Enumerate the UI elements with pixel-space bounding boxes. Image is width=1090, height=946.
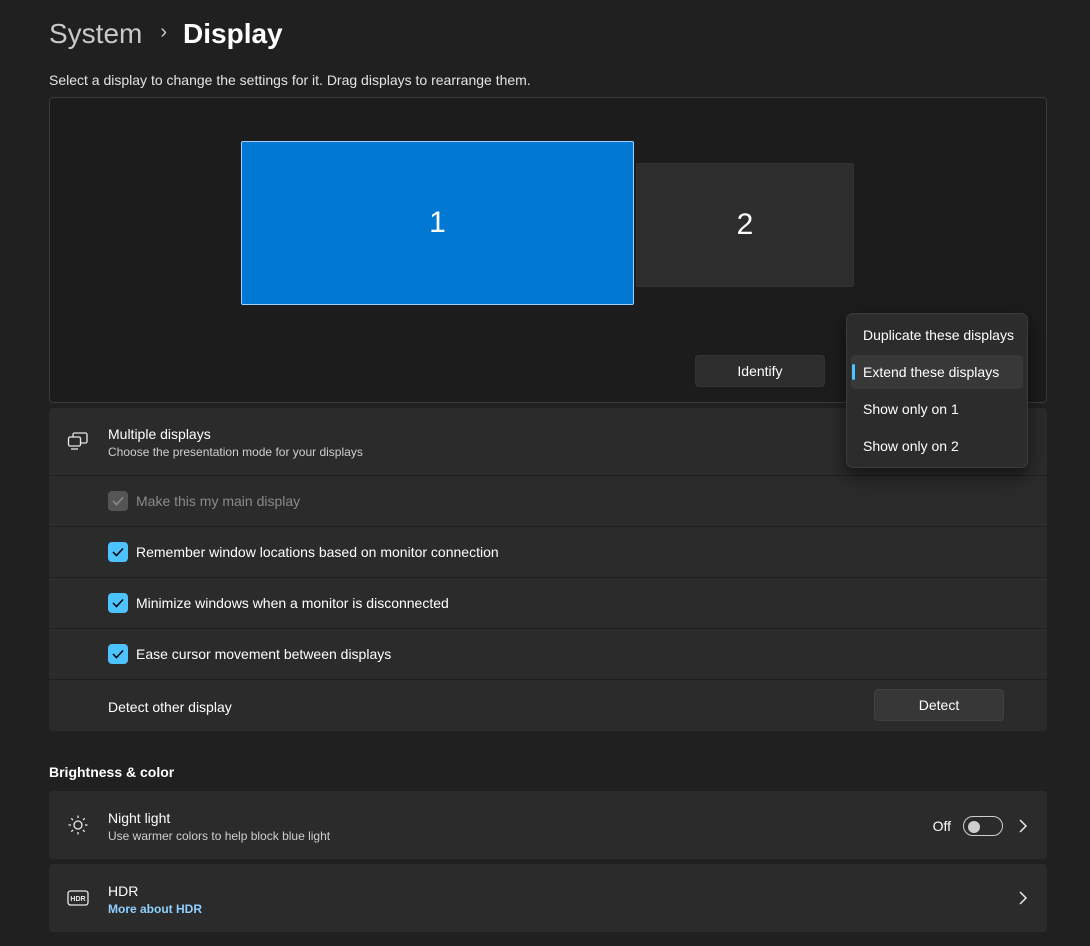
night-light-description: Use warmer colors to help block blue lig… xyxy=(108,829,331,843)
hdr-title: HDR xyxy=(108,883,139,899)
multiple-displays-title: Multiple displays xyxy=(108,426,211,442)
page-subtitle: Select a display to change the settings … xyxy=(49,72,531,88)
menu-item-show-only-2[interactable]: Show only on 2 xyxy=(851,429,1023,463)
option-row-ease-cursor: Ease cursor movement between displays xyxy=(49,628,1047,679)
detect-button[interactable]: Detect xyxy=(874,689,1004,721)
identify-button[interactable]: Identify xyxy=(695,355,825,387)
brightness-color-heading: Brightness & color xyxy=(49,764,175,780)
option-row-remember-locations: Remember window locations based on monit… xyxy=(49,526,1047,577)
multiple-displays-icon xyxy=(67,430,89,452)
minimize-windows-checkbox[interactable] xyxy=(108,593,128,613)
multiple-displays-description: Choose the presentation mode for your di… xyxy=(108,445,363,459)
night-light-state: Off xyxy=(932,818,951,834)
chevron-right-icon: › xyxy=(160,20,168,43)
hdr-icon: HDR xyxy=(67,887,89,909)
night-light-toggle[interactable] xyxy=(963,816,1003,836)
toggle-knob xyxy=(968,821,980,833)
chevron-right-icon xyxy=(1019,819,1028,833)
night-light-icon xyxy=(67,814,89,836)
menu-item-extend-label: Extend these displays xyxy=(863,364,1000,380)
presentation-mode-dropdown: Duplicate these displays Extend these di… xyxy=(846,313,1028,468)
menu-item-show-only-1[interactable]: Show only on 1 xyxy=(851,392,1023,426)
monitor-1[interactable]: 1 xyxy=(241,141,634,305)
remember-locations-label: Remember window locations based on monit… xyxy=(136,544,499,560)
svg-text:HDR: HDR xyxy=(70,896,85,903)
night-light-title: Night light xyxy=(108,810,171,826)
breadcrumb: System › Display xyxy=(49,14,283,54)
hdr-more-link[interactable]: More about HDR xyxy=(108,902,202,916)
page-title: Display xyxy=(183,18,283,49)
option-row-minimize-windows: Minimize windows when a monitor is disco… xyxy=(49,577,1047,628)
night-light-card[interactable]: Night light Use warmer colors to help bl… xyxy=(49,791,1047,859)
selected-indicator xyxy=(852,364,855,380)
chevron-right-icon xyxy=(1019,891,1028,905)
detect-row: Detect other display Detect xyxy=(49,679,1047,731)
menu-item-duplicate[interactable]: Duplicate these displays xyxy=(851,318,1023,352)
detect-label: Detect other display xyxy=(108,699,232,715)
main-display-checkbox[interactable] xyxy=(108,491,128,511)
main-display-label: Make this my main display xyxy=(136,493,301,509)
ease-cursor-label: Ease cursor movement between displays xyxy=(136,646,392,662)
option-row-main-display: Make this my main display xyxy=(49,475,1047,526)
menu-item-extend[interactable]: Extend these displays xyxy=(851,355,1023,389)
hdr-card[interactable]: HDR HDR More about HDR xyxy=(49,864,1047,932)
breadcrumb-system[interactable]: System xyxy=(49,18,142,50)
minimize-windows-label: Minimize windows when a monitor is disco… xyxy=(136,595,449,611)
remember-locations-checkbox[interactable] xyxy=(108,542,128,562)
ease-cursor-checkbox[interactable] xyxy=(108,644,128,664)
monitor-2[interactable]: 2 xyxy=(636,163,854,287)
